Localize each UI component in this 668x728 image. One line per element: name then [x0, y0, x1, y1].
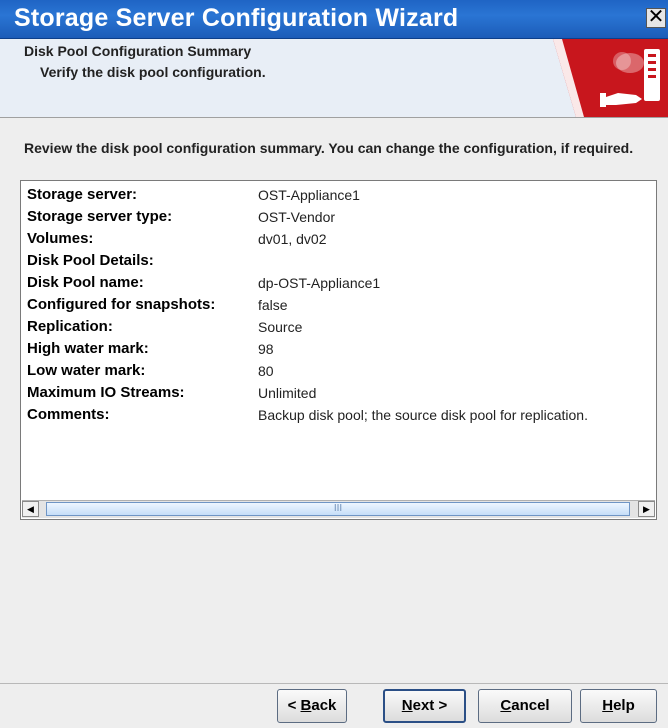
back-mnemonic: B: [300, 697, 312, 714]
row-label: Comments:: [27, 406, 110, 423]
row-value: Backup disk pool; the source disk pool f…: [258, 407, 588, 423]
back-prefix: <: [287, 697, 301, 714]
summary-row: Comments: Backup disk pool; the source d…: [21, 406, 656, 426]
scroll-right-icon[interactable]: ▶: [638, 501, 655, 517]
help-button[interactable]: Help: [580, 689, 657, 723]
row-label: Disk Pool Details:: [27, 252, 154, 269]
step-subtitle: Verify the disk pool configuration.: [40, 64, 266, 80]
next-rest: ext >: [412, 697, 448, 714]
close-icon[interactable]: ✕: [646, 7, 666, 28]
summary-row: High water mark: 98: [21, 340, 656, 360]
row-value: dp-OST-Appliance1: [258, 275, 381, 291]
cancel-rest: ancel: [511, 697, 550, 714]
back-button[interactable]: < Back: [277, 689, 347, 723]
next-button[interactable]: Next >: [383, 689, 466, 723]
row-label: High water mark:: [27, 340, 149, 357]
row-label: Low water mark:: [27, 362, 146, 379]
row-value: 80: [258, 363, 274, 379]
step-title: Disk Pool Configuration Summary: [24, 43, 252, 59]
row-value: false: [258, 297, 288, 313]
cancel-button[interactable]: Cancel: [478, 689, 572, 723]
row-label: Replication:: [27, 318, 113, 335]
summary-row: Disk Pool name: dp-OST-Appliance1: [21, 274, 656, 294]
row-value: 98: [258, 341, 274, 357]
row-value: dv01, dv02: [258, 231, 327, 247]
row-value: Source: [258, 319, 303, 335]
intro-text: Review the disk pool configuration summa…: [24, 140, 634, 156]
window-title: Storage Server Configuration Wizard: [14, 4, 459, 32]
summary-row: Storage server type: OST-Vendor: [21, 208, 656, 228]
next-mnemonic: N: [401, 697, 413, 714]
wizard-header: Disk Pool Configuration Summary Verify t…: [0, 39, 668, 118]
row-label: Configured for snapshots:: [27, 296, 216, 313]
horizontal-scrollbar[interactable]: ◀ III ▶: [22, 500, 655, 518]
help-mnemonic: H: [602, 697, 614, 714]
cancel-mnemonic: C: [500, 697, 512, 714]
help-rest: elp: [613, 697, 635, 714]
summary-row: Maximum IO Streams: Unlimited: [21, 384, 656, 404]
row-label: Disk Pool name:: [27, 274, 144, 291]
row-value: OST-Vendor: [258, 209, 336, 225]
footer-divider: [0, 683, 668, 684]
disk-pool-hand-icon: [553, 39, 668, 117]
summary-row: Low water mark: 80: [21, 362, 656, 382]
row-value: Unlimited: [258, 385, 317, 401]
row-label: Storage server:: [27, 186, 138, 203]
row-value: OST-Appliance1: [258, 187, 360, 203]
summary-row: Replication: Source: [21, 318, 656, 338]
scroll-thumb[interactable]: III: [46, 502, 630, 516]
back-rest: ack: [311, 697, 337, 714]
scroll-left-icon[interactable]: ◀: [22, 501, 39, 517]
row-label: Volumes:: [27, 230, 94, 247]
summary-row: Disk Pool Details:: [21, 252, 656, 272]
row-label: Maximum IO Streams:: [27, 384, 185, 401]
summary-list[interactable]: Storage server: OST-Appliance1 Storage s…: [20, 180, 657, 520]
summary-row: Volumes: dv01, dv02: [21, 230, 656, 250]
title-bar: Storage Server Configuration Wizard ✕: [0, 0, 668, 39]
row-label: Storage server type:: [27, 208, 173, 225]
summary-row: Configured for snapshots: false: [21, 296, 656, 316]
summary-row: Storage server: OST-Appliance1: [21, 186, 656, 206]
